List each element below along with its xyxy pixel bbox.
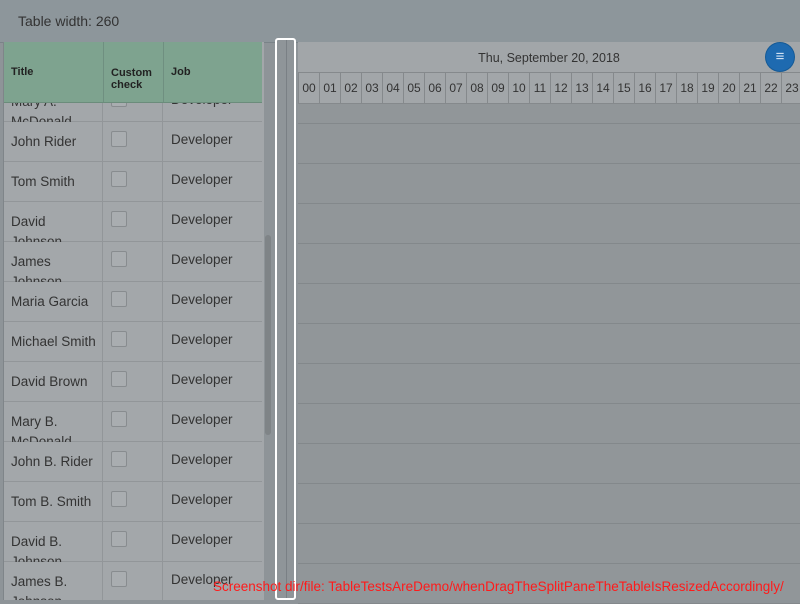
timeline-row[interactable] (298, 244, 800, 284)
table-vertical-scrollbar[interactable] (265, 235, 271, 435)
cell-custom-check (103, 402, 163, 442)
timeline-date: Thu, September 20, 2018 (478, 51, 620, 65)
table-row[interactable]: James Johnson Developer (4, 242, 262, 282)
custom-checkbox[interactable] (111, 451, 127, 467)
column-header-custom-check[interactable]: Custom check (104, 42, 164, 102)
timeline-row[interactable] (298, 364, 800, 404)
custom-checkbox[interactable] (111, 331, 127, 347)
timeline-row[interactable] (298, 324, 800, 364)
cell-job: Developer (171, 332, 233, 347)
timeline-row[interactable] (298, 84, 800, 124)
cell-title: Tom Smith (4, 162, 103, 202)
cell-job: Developer (171, 532, 233, 547)
cell-job: Developer (171, 292, 233, 307)
custom-checkbox[interactable] (111, 131, 127, 147)
cell-job: Developer (171, 412, 233, 427)
cell-title: John Rider (4, 122, 103, 162)
cell-title: David Brown (4, 362, 103, 402)
cell-title: Tom B. Smith (4, 482, 103, 522)
menu-button[interactable]: ≡ (766, 43, 794, 71)
custom-checkbox[interactable] (111, 411, 127, 427)
cell-job: Developer (171, 132, 233, 147)
table-header: Title Custom check Job (4, 42, 262, 103)
table-row[interactable]: David Brown Developer (4, 362, 262, 402)
column-header-title[interactable]: Title (4, 42, 104, 102)
split-pane-divider[interactable] (275, 38, 296, 600)
timeline-row[interactable] (298, 484, 800, 524)
timeline-row[interactable] (298, 444, 800, 484)
timeline-row[interactable] (298, 524, 800, 564)
table-row[interactable]: Mary B. McDonald Developer (4, 402, 262, 442)
table-row[interactable]: David B. Johnson Developer (4, 522, 262, 562)
cell-job: Developer (171, 252, 233, 267)
cell-custom-check (103, 482, 163, 522)
cell-custom-check (103, 242, 163, 282)
cell-job: Developer (171, 372, 233, 387)
cell-custom-check (103, 122, 163, 162)
table-width-label: Table width: 260 (18, 13, 120, 29)
table-pane: Title Custom check Job Mary A. McDonaldD… (3, 42, 264, 600)
cell-job: Developer (171, 492, 233, 507)
timeline-date-header: Thu, September 20, 2018 (298, 42, 800, 73)
hamburger-icon: ≡ (775, 48, 785, 65)
top-bar: Table width: 260 (0, 0, 800, 43)
cell-title: James B. Johnson (4, 562, 103, 600)
table-row[interactable]: David Johnson Developer (4, 202, 262, 242)
custom-checkbox[interactable] (111, 371, 127, 387)
timeline-row[interactable] (298, 284, 800, 324)
custom-checkbox[interactable] (111, 531, 127, 547)
table-row[interactable]: Maria Garcia Developer (4, 282, 262, 322)
cell-title: Maria Garcia (4, 282, 103, 322)
column-header-job[interactable]: Job (164, 42, 262, 102)
timeline-row[interactable] (298, 124, 800, 164)
custom-checkbox[interactable] (111, 211, 127, 227)
custom-checkbox[interactable] (111, 491, 127, 507)
cell-job: Developer (171, 212, 233, 227)
screenshot-path-note: Screenshot dir/file: TableTestsAreDemo/w… (213, 579, 784, 594)
cell-title: David Johnson (4, 202, 103, 242)
table-row[interactable]: Tom B. Smith Developer (4, 482, 262, 522)
cell-title: James Johnson (4, 242, 103, 282)
split-pane-grip (286, 40, 287, 598)
cell-custom-check (103, 442, 163, 482)
custom-checkbox[interactable] (111, 571, 127, 587)
cell-custom-check (103, 522, 163, 562)
table-row[interactable]: John Rider Developer (4, 122, 262, 162)
timeline-row[interactable] (298, 404, 800, 444)
cell-custom-check (103, 202, 163, 242)
timeline-row[interactable] (298, 164, 800, 204)
custom-checkbox[interactable] (111, 291, 127, 307)
cell-custom-check (103, 282, 163, 322)
table-row[interactable]: John B. Rider Developer (4, 442, 262, 482)
timeline-row[interactable] (298, 204, 800, 244)
cell-title: John B. Rider (4, 442, 103, 482)
custom-checkbox[interactable] (111, 171, 127, 187)
cell-title: Michael Smith (4, 322, 103, 362)
cell-job: Developer (171, 172, 233, 187)
timeline-pane: Thu, September 20, 2018 00 01 02 03 04 05 06 07… (298, 42, 800, 604)
table-row[interactable]: Michael Smith Developer (4, 322, 262, 362)
cell-custom-check (103, 162, 163, 202)
table-row[interactable]: Tom Smith Developer (4, 162, 262, 202)
cell-title: David B. Johnson (4, 522, 103, 562)
cell-title: Mary B. McDonald (4, 402, 103, 442)
custom-checkbox[interactable] (111, 251, 127, 267)
cell-job: Developer (171, 452, 233, 467)
cell-custom-check (103, 322, 163, 362)
cell-custom-check (103, 562, 163, 600)
cell-custom-check (103, 362, 163, 402)
